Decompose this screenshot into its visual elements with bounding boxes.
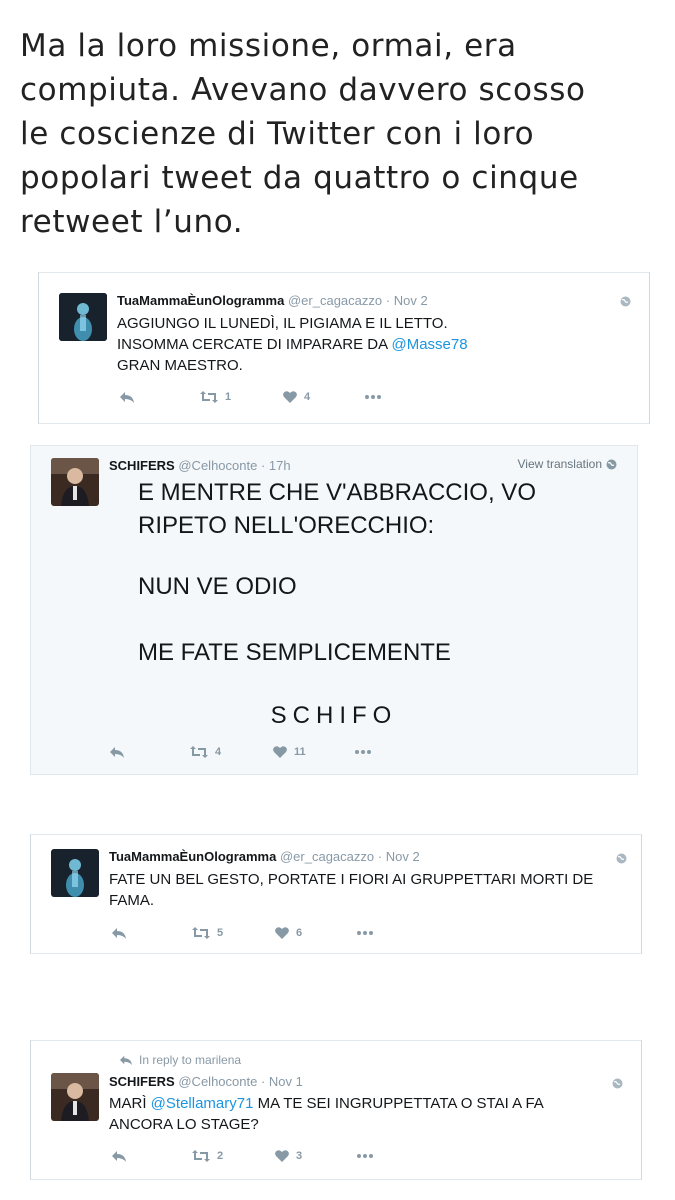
tweet-card[interactable]: TuaMammaÈunOlogramma @er_cagacazzo · Nov… bbox=[38, 272, 650, 424]
like-button[interactable]: 3 bbox=[274, 1146, 302, 1166]
like-icon bbox=[273, 746, 287, 758]
like-button[interactable]: 4 bbox=[282, 387, 310, 407]
tweet-text-line: NUN VE ODIO bbox=[138, 573, 297, 600]
like-count: 4 bbox=[304, 391, 311, 403]
retweet-count: 2 bbox=[217, 1150, 224, 1162]
tweet-text-line: ME FATE SEMPLICEMENTE bbox=[138, 639, 451, 666]
user-handle[interactable]: @Celhoconte bbox=[178, 1074, 257, 1089]
like-button[interactable]: 6 bbox=[274, 923, 302, 943]
separator: · bbox=[260, 458, 266, 473]
tweet-actions: 4 11 bbox=[109, 742, 409, 762]
tweet-header: TuaMammaÈunOlogramma @er_cagacazzo · Nov… bbox=[117, 293, 428, 308]
tweet-actions: 1 4 bbox=[119, 387, 419, 407]
like-count: 11 bbox=[294, 746, 306, 758]
intro-paragraph: Ma la loro missione, ormai, era compiuta… bbox=[20, 24, 660, 244]
retweet-button[interactable]: 4 bbox=[189, 742, 221, 762]
retweet-button[interactable]: 1 bbox=[199, 387, 231, 407]
reply-icon bbox=[112, 928, 126, 939]
more-button[interactable] bbox=[364, 387, 382, 407]
like-count: 3 bbox=[296, 1150, 303, 1162]
user-handle[interactable]: @er_cagacazzo bbox=[288, 293, 382, 308]
like-count: 6 bbox=[296, 927, 303, 939]
display-name[interactable]: TuaMammaÈunOlogramma bbox=[117, 293, 284, 308]
separator: · bbox=[385, 293, 391, 308]
view-translation-link[interactable]: View translation bbox=[518, 457, 618, 471]
display-name[interactable]: SCHIFERS bbox=[109, 458, 175, 473]
timestamp[interactable]: Nov 1 bbox=[269, 1074, 303, 1089]
tweet-text: FATE UN BEL GESTO, PORTATE I FIORI AI GR… bbox=[109, 871, 594, 909]
tweet-text-part: GRAN MAESTRO. bbox=[117, 357, 243, 374]
tweet-text: AGGIUNGO IL LUNEDÌ, IL PIGIAMA E IL LETT… bbox=[117, 313, 468, 376]
tweet-actions: 5 6 bbox=[111, 923, 411, 943]
separator: · bbox=[260, 1074, 266, 1089]
retweet-icon bbox=[192, 1150, 210, 1162]
more-icon bbox=[357, 1154, 373, 1158]
like-icon bbox=[283, 391, 297, 403]
reply-button[interactable] bbox=[111, 1146, 127, 1166]
tweet-text-line: SCHIFO bbox=[270, 702, 398, 729]
tweet-text-part: MARÌ bbox=[109, 1095, 151, 1112]
reply-icon bbox=[120, 1055, 132, 1066]
user-handle[interactable]: @er_cagacazzo bbox=[280, 849, 374, 864]
timestamp[interactable]: Nov 2 bbox=[394, 293, 428, 308]
avatar[interactable] bbox=[51, 1073, 99, 1121]
intro-line: compiuta. Avevano davvero scosso bbox=[20, 72, 586, 108]
intro-line: popolari tweet da quattro o cinque bbox=[20, 160, 579, 196]
retweet-count: 4 bbox=[215, 746, 222, 758]
reply-button[interactable] bbox=[119, 387, 135, 407]
tweet-text-line: E MENTRE CHE V'ABBRACCIO, VO bbox=[138, 479, 536, 506]
timestamp[interactable]: Nov 2 bbox=[386, 849, 420, 864]
like-button[interactable]: 11 bbox=[272, 742, 306, 762]
reply-button[interactable] bbox=[111, 923, 127, 943]
reply-icon bbox=[120, 392, 134, 403]
reply-context[interactable]: In reply to marilena bbox=[119, 1053, 241, 1067]
globe-icon bbox=[620, 294, 631, 307]
display-name[interactable]: TuaMammaÈunOlogramma bbox=[109, 849, 276, 864]
timestamp[interactable]: 17h bbox=[269, 458, 291, 473]
more-icon bbox=[365, 395, 381, 399]
reply-context-label: In reply to marilena bbox=[139, 1053, 242, 1067]
intro-line: Ma la loro missione, ormai, era bbox=[20, 28, 517, 64]
retweet-count: 5 bbox=[217, 927, 224, 939]
tweet-text: MARÌ @Stellamary71 MA TE SEI INGRUPPETTA… bbox=[109, 1093, 544, 1135]
view-translation-label: View translation bbox=[517, 457, 603, 471]
mention-link[interactable]: @Stellamary71 bbox=[151, 1095, 254, 1112]
retweet-button[interactable]: 5 bbox=[191, 923, 223, 943]
retweet-icon bbox=[192, 927, 210, 939]
retweet-button[interactable]: 2 bbox=[191, 1146, 223, 1166]
mention-link[interactable]: @Masse78 bbox=[391, 336, 467, 353]
user-handle[interactable]: @Celhoconte bbox=[178, 458, 257, 473]
tweet-card[interactable]: In reply to marilena SCHIFERS @Celhocont… bbox=[30, 1040, 642, 1180]
retweet-icon bbox=[200, 391, 218, 403]
display-name[interactable]: SCHIFERS bbox=[109, 1074, 175, 1089]
more-button[interactable] bbox=[356, 923, 374, 943]
retweet-count: 1 bbox=[225, 391, 232, 403]
retweet-icon bbox=[190, 746, 208, 758]
tweet-card[interactable]: TuaMammaÈunOlogramma @er_cagacazzo · Nov… bbox=[30, 834, 642, 954]
reply-button[interactable] bbox=[109, 742, 125, 762]
avatar[interactable] bbox=[51, 849, 99, 897]
more-icon bbox=[355, 750, 371, 754]
globe-icon bbox=[612, 1076, 623, 1089]
globe-icon bbox=[616, 851, 627, 864]
like-icon bbox=[275, 927, 289, 939]
more-icon bbox=[357, 931, 373, 935]
globe-icon bbox=[606, 459, 617, 469]
tweet-card-expanded[interactable]: SCHIFERS @Celhoconte · 17h View translat… bbox=[30, 445, 638, 775]
avatar[interactable] bbox=[51, 458, 99, 506]
separator: · bbox=[377, 849, 383, 864]
tweet-header: TuaMammaÈunOlogramma @er_cagacazzo · Nov… bbox=[109, 849, 420, 864]
tweet-actions: 2 3 bbox=[111, 1146, 411, 1166]
more-button[interactable] bbox=[354, 742, 372, 762]
intro-line: retweet l’uno. bbox=[20, 204, 244, 240]
reply-icon bbox=[112, 1151, 126, 1162]
like-icon bbox=[275, 1150, 289, 1162]
tweet-header: SCHIFERS @Celhoconte · Nov 1 bbox=[109, 1074, 303, 1089]
avatar[interactable] bbox=[59, 293, 107, 341]
reply-icon bbox=[110, 747, 124, 758]
tweet-header: SCHIFERS @Celhoconte · 17h bbox=[109, 458, 291, 473]
intro-line: le coscienze di Twitter con i loro bbox=[20, 116, 535, 152]
more-button[interactable] bbox=[356, 1146, 374, 1166]
tweet-text-line: RIPETO NELL'ORECCHIO: bbox=[138, 512, 435, 539]
